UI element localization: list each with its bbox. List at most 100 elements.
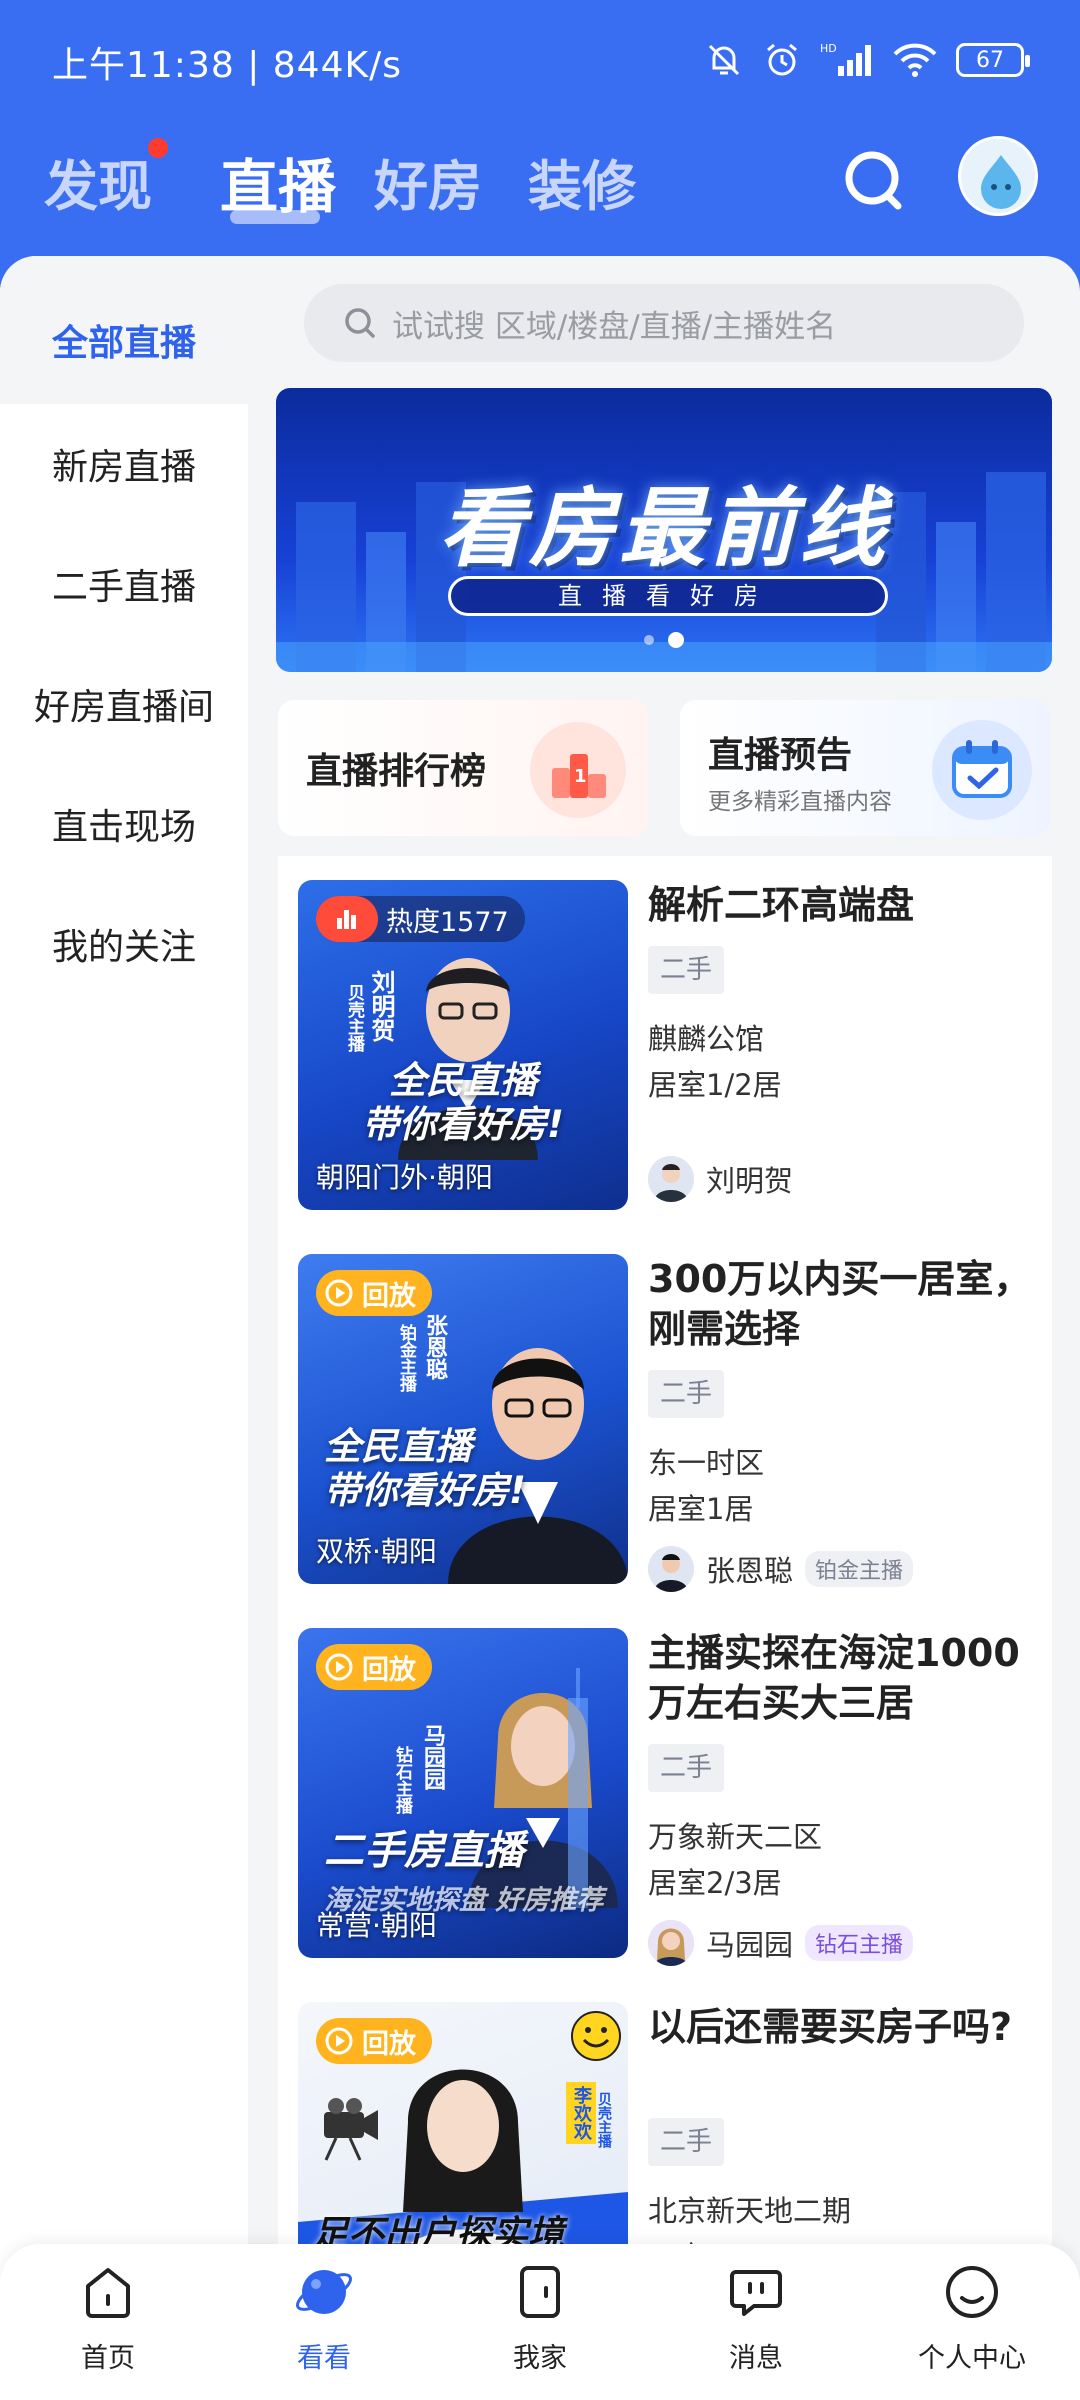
thumb-slogan-line1: 全民直播 bbox=[324, 1425, 472, 1468]
profile-icon bbox=[946, 2266, 998, 2318]
thumb-host-role: 钻石主播 bbox=[392, 1746, 412, 1814]
tab-decoration[interactable]: 装修 bbox=[528, 142, 636, 221]
nav-my-home[interactable]: 我家 bbox=[450, 2262, 630, 2375]
thumb-host-role: 贝壳主播 bbox=[344, 984, 364, 1052]
community-name: 麒麟公馆 bbox=[648, 1022, 765, 1056]
status-bar: 上午11:38 | 844K/s HD 67 bbox=[0, 0, 1080, 120]
side-item-second-hand[interactable]: 二手直播 bbox=[0, 524, 248, 644]
replay-badge: 回放 bbox=[316, 2018, 432, 2064]
live-title[interactable]: 主播实探在海淀1000万左右买大三居 bbox=[648, 1628, 1048, 1728]
thumb-host-name: 刘明贺 bbox=[367, 970, 395, 1042]
thumb-slogan-line2: 带你看好房! bbox=[362, 1103, 564, 1146]
thumb-slogan-line1: 二手房直播 bbox=[324, 1828, 524, 1874]
live-title[interactable]: 以后还需要买房子吗? bbox=[648, 2002, 1048, 2052]
community-name: 万象新天二区 bbox=[648, 1820, 823, 1854]
side-item-on-site[interactable]: 直击现场 bbox=[0, 764, 248, 884]
side-menu: 全部直播 新房直播 二手直播 好房直播间 直击现场 我的关注 bbox=[0, 256, 248, 2400]
thumb-location: 双桥·朝阳 bbox=[316, 1535, 437, 1568]
live-title[interactable]: 300万以内买一居室，刚需选择 bbox=[648, 1254, 1048, 1354]
nav-messages[interactable]: 消息 bbox=[666, 2262, 846, 2375]
thumb-host-role: 铂金主播 bbox=[396, 1324, 416, 1392]
thumb-location: 常营·朝阳 bbox=[316, 1909, 437, 1942]
tab-discover[interactable]: 发现 bbox=[44, 142, 152, 221]
signal-icon: HD bbox=[820, 42, 871, 76]
live-list: 热度1577 刘明贺 贝壳主播 全民直播 带你看好房! 朝阳门外·朝阳 解析二环… bbox=[278, 856, 1052, 2400]
room-type: 居室1居 bbox=[648, 1492, 754, 1526]
door-icon bbox=[520, 2266, 560, 2318]
live-ranking-title: 直播排行榜 bbox=[306, 751, 487, 792]
live-card[interactable]: 回放 马园园 钻石主播 二手房直播 海淀实地探盘 好房推荐 常营·朝阳 主播实探… bbox=[278, 1628, 1052, 2002]
live-preview-subtitle: 更多精彩直播内容 bbox=[708, 789, 892, 815]
live-thumbnail[interactable]: 回放 张恩聪 铂金主播 全民直播 带你看好房! 双桥·朝阳 bbox=[298, 1254, 628, 1584]
planet-icon bbox=[296, 2270, 352, 2314]
host-name: 马园园 bbox=[706, 1928, 794, 1962]
tab-good-houses[interactable]: 好房 bbox=[374, 142, 482, 221]
play-circle-icon bbox=[325, 2027, 353, 2055]
thumb-location: 朝阳门外·朝阳 bbox=[316, 1161, 493, 1194]
bottom-navigation: 首页 看看 我家 消息 个人中心 bbox=[0, 2244, 1080, 2400]
side-item-my-follows[interactable]: 我的关注 bbox=[0, 884, 248, 1004]
promo-banner[interactable]: 看房最前线 直播看好房 bbox=[276, 388, 1052, 672]
community-name: 东一时区 bbox=[648, 1446, 765, 1480]
play-circle-icon bbox=[325, 1279, 353, 1307]
heat-badge: 热度1577 bbox=[316, 896, 525, 942]
play-circle-icon bbox=[325, 1653, 353, 1681]
podium-icon: 1 bbox=[530, 722, 626, 818]
mute-bell-icon bbox=[708, 44, 740, 76]
top-navigation: 发现 直播 好房 装修 bbox=[0, 120, 1080, 260]
status-time: 上午11:38 | 844K/s bbox=[52, 45, 402, 86]
live-thumbnail[interactable]: 热度1577 刘明贺 贝壳主播 全民直播 带你看好房! 朝阳门外·朝阳 bbox=[298, 880, 628, 1210]
host-name: 刘明贺 bbox=[706, 1164, 794, 1198]
wifi-icon bbox=[893, 43, 937, 77]
home-icon bbox=[86, 2268, 130, 2318]
thumb-slogan-line2: 带你看好房! bbox=[324, 1469, 526, 1512]
content-sheet: 全部直播 新房直播 二手直播 好房直播间 直击现场 我的关注 试试搜 区域/楼盘… bbox=[0, 256, 1080, 2400]
banner-title: 看房最前线 bbox=[439, 479, 889, 579]
replay-badge: 回放 bbox=[316, 1270, 432, 1316]
thumb-slogan-line1: 全民直播 bbox=[389, 1059, 537, 1102]
thumb-host-name: 李欢欢 bbox=[566, 2082, 596, 2144]
search-icon bbox=[845, 151, 902, 210]
message-icon bbox=[730, 2270, 782, 2316]
user-avatar[interactable] bbox=[958, 136, 1038, 216]
live-ranking-card[interactable]: 直播排行榜 1 bbox=[278, 700, 648, 836]
host-avatar bbox=[648, 1546, 694, 1592]
type-tag: 二手 bbox=[648, 1744, 725, 1792]
live-preview-title: 直播预告 bbox=[708, 735, 853, 776]
svg-text:1: 1 bbox=[574, 766, 587, 787]
replay-badge: 回放 bbox=[316, 1644, 432, 1690]
live-preview-card[interactable]: 直播预告 更多精彩直播内容 bbox=[680, 700, 1050, 836]
tab-discover-dot bbox=[148, 138, 168, 158]
host-info[interactable]: 刘明贺 bbox=[648, 1156, 793, 1202]
live-title[interactable]: 解析二环高端盘 bbox=[648, 880, 1048, 930]
thumb-host-name: 张恩聪 bbox=[422, 1314, 447, 1380]
avatar-drop-icon bbox=[961, 139, 1035, 213]
host-info[interactable]: 张恩聪 铂金主播 bbox=[648, 1546, 914, 1592]
alarm-icon bbox=[767, 43, 797, 76]
search-placeholder: 试试搜 区域/楼盘/直播/主播姓名 bbox=[392, 308, 837, 345]
nav-home[interactable]: 首页 bbox=[18, 2262, 198, 2375]
nav-watch[interactable]: 看看 bbox=[234, 2262, 414, 2375]
side-item-all-live[interactable]: 全部直播 bbox=[0, 280, 248, 400]
live-card[interactable]: 热度1577 刘明贺 贝壳主播 全民直播 带你看好房! 朝阳门外·朝阳 解析二环… bbox=[278, 880, 1052, 1254]
live-card[interactable]: 回放 张恩聪 铂金主播 全民直播 带你看好房! 双桥·朝阳 300万以内买一居室… bbox=[278, 1254, 1052, 1628]
nav-profile[interactable]: 个人中心 bbox=[882, 2262, 1062, 2375]
banner-subtitle: 直播看好房 bbox=[448, 576, 888, 616]
banner-pagination bbox=[276, 632, 1052, 648]
search-button[interactable] bbox=[838, 144, 910, 216]
banner-dot-active bbox=[668, 632, 684, 648]
host-info[interactable]: 马园园 钻石主播 bbox=[648, 1920, 914, 1966]
thumb-host-role: 贝壳主播 bbox=[596, 2092, 612, 2148]
room-type: 居室2/3居 bbox=[648, 1866, 782, 1900]
host-level-badge: 钻石主播 bbox=[805, 1925, 914, 1961]
host-avatar bbox=[648, 1920, 694, 1966]
banner-dot bbox=[644, 635, 654, 645]
type-tag: 二手 bbox=[648, 1370, 725, 1418]
side-item-new-homes[interactable]: 新房直播 bbox=[0, 404, 248, 524]
search-input[interactable]: 试试搜 区域/楼盘/直播/主播姓名 bbox=[304, 284, 1024, 362]
host-level-badge: 铂金主播 bbox=[805, 1551, 914, 1587]
side-item-good-house-room[interactable]: 好房直播间 bbox=[0, 644, 248, 764]
live-thumbnail[interactable]: 回放 马园园 钻石主播 二手房直播 海淀实地探盘 好房推荐 常营·朝阳 bbox=[298, 1628, 628, 1958]
calendar-icon bbox=[932, 720, 1032, 820]
host-name: 张恩聪 bbox=[706, 1554, 794, 1588]
